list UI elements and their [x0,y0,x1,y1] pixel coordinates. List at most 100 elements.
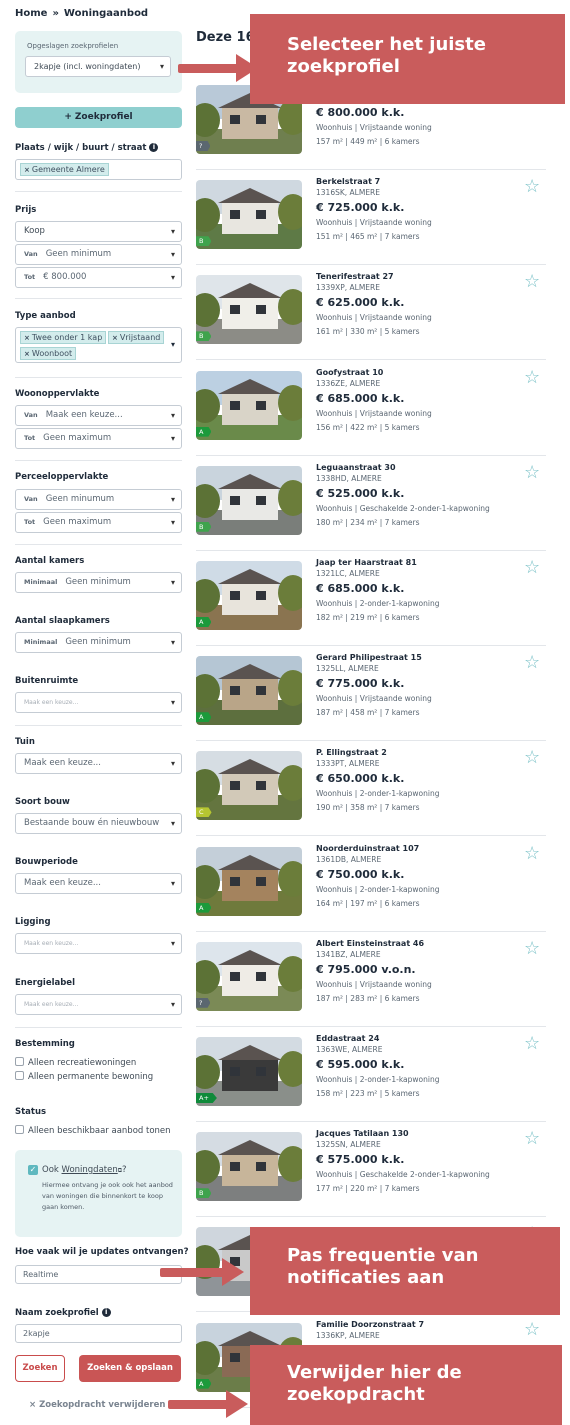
star-icon[interactable]: ☆ [524,844,540,863]
info-icon[interactable]: i [101,1308,111,1317]
close-icon: × [29,1400,37,1410]
listing-measurements: 187 m² | 458 m² | 7 kamers [316,708,420,718]
price-to-select[interactable]: Tot € 800.000 ▾ [15,267,182,288]
divider [196,645,546,646]
profile-name-input[interactable]: 2kapje [15,1324,182,1343]
recreatie-checkbox[interactable]: Alleen recreatiewoningen [15,1057,136,1068]
listing-type: Woonhuis | Vrijstaande woning [316,123,432,132]
listing-address[interactable]: Jaap ter Haarstraat 81 [316,558,417,567]
arrow-head-icon [222,1258,244,1286]
updates-select[interactable]: Realtime [15,1265,182,1284]
energielabel-select[interactable]: Maak een keuze... ▾ [15,994,182,1015]
listing-card[interactable]: A Gerard Philipestraat 15 1325LL, ALMERE… [196,653,546,746]
star-icon[interactable]: ☆ [524,1035,540,1053]
listing-card[interactable]: A Noorderduinstraat 107 1361DB, ALMERE €… [196,844,546,937]
divider [196,740,546,742]
permanent-checkbox[interactable]: Alleen permanente bewoning [15,1071,153,1082]
type-tag[interactable]: × Woonboot [20,347,77,360]
star-icon[interactable]: ☆ [524,939,540,958]
price-type-select[interactable]: Koop ▾ [15,221,182,242]
type-tag[interactable]: × Vrijstaand [108,331,165,344]
listing-address[interactable]: Noorderduinstraat 107 [316,844,419,853]
saved-profiles-select[interactable]: 2kapje (incl. woningdaten) ▾ [25,56,171,77]
woningdaten-panel: ✓ Ook Woningdaten⧉? Hiermee ontvang je o… [15,1150,182,1237]
star-icon[interactable]: ☆ [524,749,540,767]
woningdaten-description: Hiermee ontvang je ook ook het aanbod va… [42,1181,173,1211]
listing-photo[interactable]: C [196,751,302,821]
listing-card[interactable]: A Goofystraat 10 1336ZE, ALMERE € 685.00… [196,368,546,461]
listing-card[interactable]: C P. Ellingstraat 2 1333PT, ALMERE € 650… [196,748,546,841]
soort-bouw-select[interactable]: Bestaande bouw én nieuwbouw ▾ [15,813,182,834]
type-aanbod-input[interactable]: × Twee onder 1 kap × Vrijstaand × Woonboot … [15,327,182,363]
listing-address[interactable]: Leguaanstraat 30 [316,463,396,472]
listing-photo[interactable]: A [196,561,302,630]
search-button[interactable]: Zoeken [15,1355,65,1382]
page: Home » Woningaanbod Opgeslagen zoekprofiel… [0,0,570,1425]
listing-card[interactable]: B Berkelstraat 7 1316SK, ALMERE € 725.00… [196,177,546,270]
ligging-select[interactable]: Maak een keuze... ▾ [15,933,182,954]
star-icon[interactable]: ☆ [524,559,540,577]
woningdaten-link[interactable]: Woningdaten [62,1165,118,1175]
listing-card[interactable]: B Tenerifestraat 27 1339XP, ALMERE € 625… [196,272,546,365]
kamers-select[interactable]: Minimaal Geen minimum ▾ [15,572,182,593]
listing-photo[interactable]: A [196,370,302,440]
listing-card[interactable]: A+ Eddastraat 24 1363WE, ALMERE € 595.00… [196,1034,546,1127]
type-tag[interactable]: × Twee onder 1 kap [20,331,107,344]
listing-photo[interactable]: B [196,465,302,535]
listing-photo[interactable]: B [196,1132,302,1202]
listing-address[interactable]: P. Ellingstraat 2 [316,748,387,757]
listing-address[interactable]: Familie Doorzonstraat 7 [316,1320,424,1329]
delete-search-button[interactable]: × Zoekopdracht verwijderen [29,1400,165,1410]
listing-postcode: 1361DB, ALMERE [316,854,382,864]
listing-address[interactable]: Berkelstraat 7 [316,177,380,186]
star-icon[interactable]: ☆ [524,368,540,387]
woningdaten-checkbox[interactable]: ✓ [28,1165,38,1175]
search-save-button[interactable]: Zoeken & opslaan [79,1355,181,1382]
star-icon[interactable]: ☆ [524,1320,540,1339]
breadcrumb-home[interactable]: Home [15,8,47,19]
listing-card[interactable]: B Jacques Tatilaan 130 1325SN, ALMERE € … [196,1129,546,1222]
star-icon[interactable]: ☆ [524,273,540,291]
woonopp-from-select[interactable]: Van Maak een keuze... ▾ [15,405,182,426]
listing-address[interactable]: Goofystraat 10 [316,368,383,377]
price-from-select[interactable]: Van Geen minimum ▾ [15,244,182,265]
annotation-profile: Selecteer het juiste zoekprofiel [250,14,565,104]
star-icon[interactable]: ☆ [524,463,540,482]
location-input[interactable]: × Gemeente Almere [15,159,182,180]
buitenruimte-select[interactable]: Maak een keuze... ▾ [15,692,182,713]
listing-address[interactable]: Albert Einsteinstraat 46 [316,939,424,948]
location-tag[interactable]: × Gemeente Almere [20,163,109,176]
listing-photo[interactable]: ? [196,941,302,1011]
listing-photo[interactable]: A [196,846,302,916]
star-icon[interactable]: ☆ [524,178,540,196]
arrow-icon [178,64,240,73]
slaapkamers-select[interactable]: Minimaal Geen minimum ▾ [15,632,182,653]
listing-address[interactable]: Jacques Tatilaan 130 [316,1129,409,1138]
listing-card[interactable]: B Leguaanstraat 30 1338HD, ALMERE € 525.… [196,463,546,556]
listing-card[interactable]: A Jaap ter Haarstraat 81 1321LC, ALMERE … [196,558,546,651]
listing-card[interactable]: ? Albert Einsteinstraat 46 1341BZ, ALMER… [196,939,546,1032]
divider [196,1216,546,1218]
listing-photo[interactable]: A [196,656,302,726]
listing-address[interactable]: Eddastraat 24 [316,1034,379,1043]
listing-photo[interactable]: A+ [196,1037,302,1106]
woonopp-to-select[interactable]: Tot Geen maximum ▾ [15,428,182,449]
listing-type: Woonhuis | Vrijstaande woning [316,313,432,323]
listing-measurements: 187 m² | 283 m² | 6 kamers [316,993,420,1003]
perceel-to-select[interactable]: Tot Geen maximum ▾ [15,512,182,533]
bouwperiode-select[interactable]: Maak een keuze... ▾ [15,873,182,894]
listing-address[interactable]: Tenerifestraat 27 [316,272,394,281]
info-icon[interactable]: i [149,143,159,152]
new-profile-button[interactable]: + Zoekprofiel [15,107,182,128]
listing-photo[interactable]: B [196,275,302,345]
star-icon[interactable]: ☆ [524,654,540,672]
listing-address[interactable]: Gerard Philipestraat 15 [316,653,422,662]
listing-photo[interactable]: B [196,180,302,250]
beschikbaar-checkbox[interactable]: Alleen beschikbaar aanbod tonen [15,1125,171,1136]
tuin-select[interactable]: Maak een keuze... ▾ [15,753,182,774]
energy-label-badge: B [196,236,212,247]
perceel-from-select[interactable]: Van Geen minumum ▾ [15,489,182,510]
listing-type: Woonhuis | Vrijstaande woning [316,408,432,418]
energy-label-badge: ? [196,997,211,1008]
star-icon[interactable]: ☆ [524,1130,540,1148]
